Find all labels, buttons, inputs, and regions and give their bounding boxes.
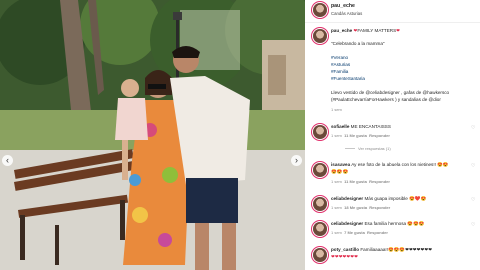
avatar[interactable] [313,3,327,17]
post-location[interactable]: Candás Asturias [331,11,362,16]
reply-button[interactable]: Responder [369,205,390,210]
caption-credit-line1: Llevo vestido de @celiabdesigner , gafas… [331,90,450,95]
comment-username[interactable]: celiabdesigner [331,221,363,226]
comment-text: Más guapa imposible 😍❤️😍 [364,196,427,201]
comment-likes[interactable]: 11 Me gusta [344,179,367,184]
comment-meta: 1 sem 11 Me gusta Responder [331,179,390,184]
reply-button[interactable]: Responder [369,179,390,184]
heart-emoji-right: ❤ [396,28,400,33]
comment-4: celiabdesigner Esa familia hermosa 😍😍😍 [331,221,425,227]
caption-heading-line: pau_eche ❤FAMILY MATTERS❤ [331,28,400,34]
hashtag-familia[interactable]: #Familia [331,69,348,75]
comment-likes[interactable]: 11 Me gusta [344,133,367,138]
comment-text: ME ENCANTAISSS [350,124,391,129]
reply-button[interactable]: Responder [369,133,390,138]
comment-time: 1 sem [331,205,342,210]
hashtag-verano[interactable]: #Verano [331,55,348,61]
heart-icon[interactable]: ♡ [471,198,476,203]
comment-avatar[interactable] [313,248,327,262]
comment-username[interactable]: isasavea [331,162,350,167]
comment-avatar[interactable] [313,197,327,211]
comment-text: Familiaaaaa!!😍😍😍❤❤❤❤❤❤❤ [360,247,433,252]
comment-text: Esa familia hermosa 😍😍😍 [364,221,425,226]
heart-icon[interactable]: ♡ [471,223,476,228]
chevron-left-icon[interactable]: ‹ [2,155,13,166]
comment-avatar[interactable] [313,222,327,236]
hashtag-asturias[interactable]: #Asturias [331,62,350,68]
reply-button[interactable]: Responder [367,230,388,235]
comment-username[interactable]: sofiaelle [331,124,349,129]
comment-avatar[interactable] [313,163,327,177]
caption-time: 1 sem [331,107,342,112]
post-header: pau_eche Candás Asturias [305,0,480,23]
comment-text: Ay ese foto de la abuela con los nietine… [351,162,449,167]
post-photo: ‹ › [0,0,305,270]
comment-3: celiabdesigner Más guapa imposible 😍❤️😍 [331,196,426,202]
caption-quote: "Celebrando a la mamma" [331,41,385,46]
caption-username[interactable]: pau_eche [331,28,352,33]
comment-time: 1 sem [331,179,342,184]
comment-text-line2: ❤❤❤❤❤❤❤ [331,254,358,259]
caption-avatar[interactable] [313,29,327,43]
comment-1: sofiaelle ME ENCANTAISSS [331,124,391,130]
hashtag-fuentesantaria[interactable]: #FuenteSantaria [331,76,365,82]
photo-scene [0,0,305,270]
comment-avatar[interactable] [313,125,327,139]
comment-meta: 1 sem 7 Me gusta Responder [331,230,388,235]
comment-2: isasavea Ay ese foto de la abuela con lo… [331,162,449,168]
comment-username[interactable]: celiabdesigner [331,196,363,201]
comment-5: poty_castillo Familiaaaaa!!😍😍😍❤❤❤❤❤❤❤ [331,247,432,253]
comment-meta: 1 sem 18 Me gusta Responder [331,205,390,210]
instagram-post-modal: ‹ › pau_eche Candás Asturias pau_eche ❤F… [0,0,480,270]
heart-icon[interactable]: ♡ [471,126,476,131]
comment-likes[interactable]: 18 Me gusta [344,205,367,210]
comment-likes[interactable]: 7 Me gusta [344,230,365,235]
comment-time: 1 sem [331,230,342,235]
comment-text-line2: 😍😍😍 [331,169,349,174]
comment-meta: 1 sem 11 Me gusta Responder [331,133,390,138]
chevron-right-icon[interactable]: › [291,155,302,166]
view-replies[interactable]: Ver respuestas (1) [345,146,391,151]
post-side-panel: pau_eche Candás Asturias pau_eche ❤FAMIL… [305,0,480,270]
caption-credit-line2: (#PaulaEchevarríaForHawkers ) y sandalia… [331,97,441,102]
heart-icon[interactable]: ♡ [471,164,476,169]
caption-heading: FAMILY MATTERS [357,28,397,33]
comment-username[interactable]: poty_castillo [331,247,359,252]
post-username[interactable]: pau_eche [331,3,355,9]
comment-time: 1 sem [331,133,342,138]
